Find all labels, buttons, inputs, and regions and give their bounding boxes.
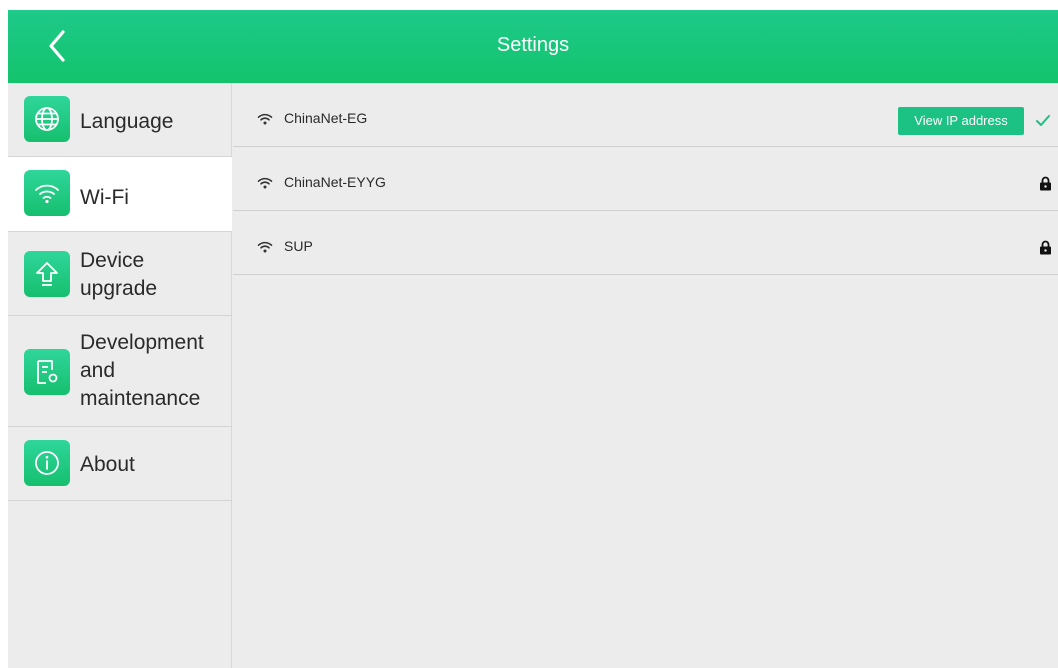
- network-name: ChinaNet-EYYG: [284, 174, 386, 190]
- header-bar: Settings: [8, 10, 1058, 83]
- info-icon: [24, 440, 70, 486]
- wifi-icon: [24, 170, 70, 216]
- sidebar-item-label: Language: [80, 110, 174, 133]
- network-name: SUP: [284, 238, 313, 254]
- sidebar-item-language[interactable]: Language: [8, 83, 232, 157]
- wifi-network-list: ChinaNet-EG View IP address ChinaNet-EYY…: [233, 83, 1058, 668]
- network-row[interactable]: ChinaNet-EYYG: [233, 147, 1058, 211]
- page-title: Settings: [496, 34, 570, 56]
- lock-icon: [1040, 176, 1051, 191]
- network-row[interactable]: SUP: [233, 211, 1058, 275]
- sidebar-item-development-maintenance[interactable]: Development and maintenance: [8, 316, 232, 427]
- wifi-signal-icon: [257, 177, 273, 189]
- settings-window: Settings Language Wi-Fi Device upgrade D…: [8, 10, 1058, 668]
- lock-icon: [1040, 240, 1051, 255]
- wifi-signal-icon: [257, 241, 273, 253]
- sidebar-item-device-upgrade[interactable]: Device upgrade: [8, 232, 232, 316]
- sidebar-item-label: Device upgrade: [80, 249, 158, 300]
- upgrade-arrow-icon: [24, 251, 70, 297]
- check-icon: [1036, 115, 1050, 126]
- sidebar-item-label: About: [80, 453, 135, 476]
- network-name: ChinaNet-EG: [284, 110, 368, 126]
- view-ip-address-button[interactable]: View IP address: [898, 107, 1024, 135]
- sidebar: Language Wi-Fi Device upgrade Developmen…: [8, 83, 232, 668]
- wifi-signal-icon: [257, 113, 273, 125]
- sidebar-item-label: Development and maintenance: [80, 331, 204, 410]
- network-row[interactable]: ChinaNet-EG View IP address: [233, 83, 1058, 147]
- globe-icon: [24, 96, 70, 142]
- sidebar-item-wifi[interactable]: Wi-Fi: [8, 157, 232, 232]
- document-settings-icon: [24, 349, 70, 395]
- sidebar-item-label: Wi-Fi: [80, 186, 129, 209]
- sidebar-item-about[interactable]: About: [8, 427, 232, 501]
